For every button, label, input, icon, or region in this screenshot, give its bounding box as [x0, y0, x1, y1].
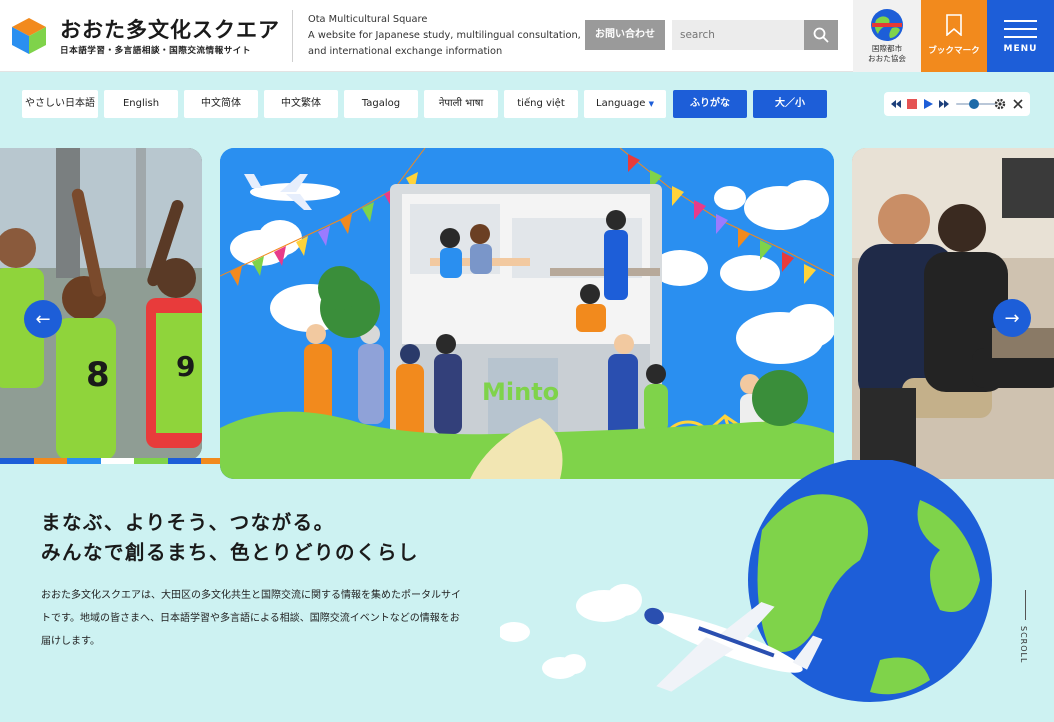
- site-header: おおた多文化スクエア 日本語学習・多言語相談・国際交流情報サイト Ota Mul…: [0, 0, 1054, 72]
- headline-line-2: みんなで創るまち、色とりどりのくらし: [41, 541, 420, 564]
- bookmark-label: ブックマーク: [928, 46, 980, 56]
- scroll-indicator[interactable]: SCROLL: [1016, 590, 1036, 680]
- search-button[interactable]: [804, 20, 838, 50]
- site-desc-line-1: A website for Japanese study, multilingu…: [308, 30, 581, 41]
- site-description: Ota Multicultural Square A website for J…: [308, 12, 581, 60]
- contact-button[interactable]: お問い合わせ: [585, 20, 665, 50]
- site-logo[interactable]: おおた多文化スクエア 日本語学習・多言語相談・国際交流情報サイト: [10, 14, 280, 60]
- lang-vietnamese[interactable]: tiếng việt: [504, 90, 578, 118]
- globe-logo-icon: [871, 9, 903, 41]
- rewind-icon[interactable]: [890, 98, 902, 110]
- bookmark-icon: [946, 14, 962, 36]
- site-desc-line-2: and international exchange information: [308, 46, 503, 57]
- lang-easy-japanese[interactable]: やさしい日本語: [22, 90, 98, 118]
- gear-icon[interactable]: [994, 98, 1006, 110]
- language-select[interactable]: Language ▼: [584, 90, 666, 118]
- lang-tagalog[interactable]: Tagalog: [344, 90, 418, 118]
- globe-illustration: [500, 460, 992, 702]
- cube-logo-icon: [12, 18, 46, 54]
- lang-chinese-simplified[interactable]: 中文简体: [184, 90, 258, 118]
- logo-subtitle: 日本語学習・多言語相談・国際交流情報サイト: [60, 46, 251, 56]
- intl-label-1: 国際都市: [871, 44, 903, 53]
- close-icon[interactable]: [1012, 98, 1024, 110]
- svg-text:9: 9: [176, 350, 195, 383]
- arrow-left-icon: ←: [35, 308, 51, 330]
- intl-label-2: おおた協会: [868, 54, 906, 63]
- carousel-prev-button[interactable]: ←: [24, 300, 62, 338]
- small-clouds: [500, 584, 642, 679]
- scroll-line: [1025, 590, 1026, 620]
- logo-title: おおた多文化スクエア: [60, 18, 280, 42]
- arrow-right-icon: →: [1004, 307, 1020, 329]
- carousel-slide-active[interactable]: Minto: [220, 148, 834, 479]
- volume-slider[interactable]: [956, 98, 996, 110]
- search-icon: [813, 27, 829, 43]
- search-input[interactable]: [672, 20, 804, 50]
- site-name: Ota Multicultural Square: [308, 14, 428, 25]
- hamburger-icon: [1004, 20, 1037, 44]
- lang-chinese-traditional[interactable]: 中文繁体: [264, 90, 338, 118]
- hero-headline: まなぶ、よりそう、つながる。 みんなで創るまち、色とりどりのくらし: [41, 508, 419, 568]
- minto-illustration: Minto: [220, 148, 834, 479]
- menu-button[interactable]: MENU: [987, 0, 1054, 72]
- caret-down-icon: ▼: [648, 100, 654, 108]
- carousel-next-button[interactable]: →: [993, 299, 1031, 337]
- intro-text: おおた多文化スクエアは、大田区の多文化共生と国際交流に関する情報を集めたポータル…: [41, 590, 461, 647]
- headline-line-1: まなぶ、よりそう、つながる。: [41, 511, 335, 534]
- menu-label: MENU: [1003, 44, 1038, 54]
- furigana-button[interactable]: ふりがな: [673, 90, 747, 118]
- svg-text:8: 8: [86, 355, 110, 395]
- play-icon[interactable]: [922, 98, 934, 110]
- fast-forward-icon[interactable]: [938, 98, 950, 110]
- language-select-label: Language: [596, 98, 646, 109]
- lang-english[interactable]: English: [104, 90, 178, 118]
- audio-player: [884, 92, 1030, 116]
- bookmark-button[interactable]: ブックマーク: [921, 0, 987, 72]
- lang-nepali[interactable]: नेपाली भाषा: [424, 90, 498, 118]
- stop-icon[interactable]: [906, 98, 918, 110]
- minto-sign: Minto: [482, 378, 559, 406]
- text-size-button[interactable]: 大／小: [753, 90, 827, 118]
- scroll-label: SCROLL: [1019, 626, 1028, 664]
- header-divider: [292, 10, 293, 62]
- intl-association-link[interactable]: 国際都市 おおた協会: [853, 0, 921, 72]
